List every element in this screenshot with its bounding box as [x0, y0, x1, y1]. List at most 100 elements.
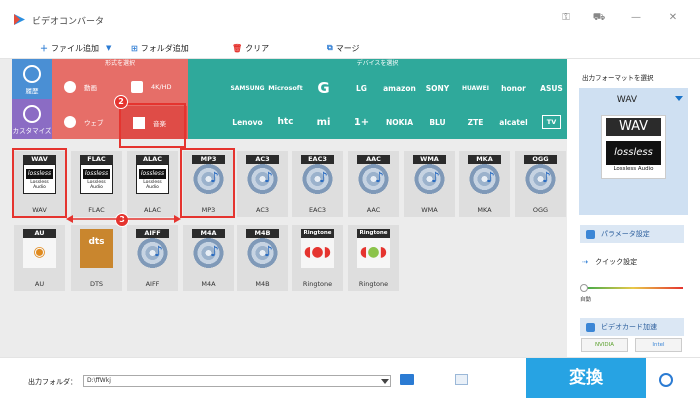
- format-tile-ac3[interactable]: AC3 ♪ AC3: [237, 151, 288, 217]
- format-tile-aiff[interactable]: AIFF ♪ AIFF: [127, 225, 178, 291]
- history-tab[interactable]: 履歴: [12, 59, 52, 99]
- google-brand[interactable]: G: [307, 73, 340, 103]
- device-category: デバイスを選択 SAMSUNG Microsoft G LG amazon SO…: [188, 59, 567, 139]
- add-file-button[interactable]: ＋ ファイル追加 ▼: [40, 41, 111, 55]
- history-label: 履歴: [25, 87, 39, 95]
- parameter-settings-button[interactable]: パラメータ設定: [580, 225, 684, 243]
- app-logo-icon: [14, 14, 25, 25]
- format-tile-flac[interactable]: FLAC lossless Lossless Audio FLAC: [71, 151, 122, 217]
- sony-brand[interactable]: SONY: [421, 73, 454, 103]
- bottom-bar: 出力フォルダ： D:\ffWkj 変換: [0, 357, 700, 407]
- music-disc-icon: ♪: [413, 164, 446, 194]
- dts-icon: dts: [80, 229, 113, 268]
- web-label: ウェブ: [84, 118, 104, 127]
- clear-label: クリア: [245, 43, 270, 53]
- format-tile-dts[interactable]: dts DTS: [71, 225, 122, 291]
- output-format-title: 出力フォーマットを選択: [582, 74, 654, 82]
- format-tile-ringtone-android[interactable]: Ringtone ◖●◗ Ringtone: [348, 225, 399, 291]
- key-icon[interactable]: ⚿: [558, 12, 574, 23]
- arrow-right-icon: ⇢: [582, 258, 588, 266]
- main-panel: 履歴 カスタマイズ 形式を選択 動画 4K/HD ウェブ 音楽 デバイスを選択 …: [0, 59, 567, 357]
- close-button[interactable]: ✕: [665, 12, 681, 23]
- htc-brand[interactable]: htc: [269, 107, 302, 137]
- merge-button[interactable]: ⧉ マージ: [327, 41, 360, 55]
- sliders-icon: [586, 229, 595, 239]
- chrome-icon: [64, 115, 76, 128]
- app-title: ビデオコンバータ: [32, 17, 105, 27]
- quality-slider[interactable]: [583, 287, 683, 289]
- format-tile-alac[interactable]: ALAC lossless Lossless Audio ALAC: [127, 151, 178, 217]
- format-tile-au[interactable]: AU ◉ AU: [14, 225, 65, 291]
- output-folder-field[interactable]: D:\ffWkj: [83, 375, 391, 387]
- add-file-label: ファイル追加: [51, 43, 99, 53]
- dropdown-arrow-icon[interactable]: ▼: [106, 44, 111, 52]
- tv-brand[interactable]: TV: [535, 107, 568, 137]
- minimize-button[interactable]: —: [628, 12, 644, 23]
- 4k-hd-tab[interactable]: 4K/HD: [119, 70, 185, 103]
- microsoft-brand[interactable]: Microsoft: [268, 73, 303, 103]
- format-tile-m4b[interactable]: M4B ♪ M4B: [237, 225, 288, 291]
- gpu-icon: [586, 322, 595, 332]
- music-disc-icon: ♪: [524, 164, 557, 194]
- music-disc-icon: ♪: [357, 164, 390, 194]
- convert-button[interactable]: 変換: [526, 358, 646, 398]
- slider-label: 自動: [580, 297, 592, 303]
- chevron-down-icon[interactable]: [381, 377, 389, 385]
- format-header: 形式を選択: [104, 60, 135, 67]
- video-label: 動画: [84, 83, 97, 92]
- web-tab[interactable]: ウェブ: [52, 105, 118, 138]
- huawei-brand[interactable]: HUAWEI: [459, 73, 492, 103]
- cart-icon[interactable]: ⛟: [591, 12, 607, 25]
- music-disc-icon: ♪: [136, 238, 169, 268]
- video-tab[interactable]: 動画: [52, 70, 118, 103]
- toolbar: ＋ ファイル追加 ▼ ⊞ フォルダ追加 🗑 クリア ⧉ マージ: [0, 37, 700, 59]
- open-folder-icon[interactable]: [400, 374, 414, 385]
- highlight-wav: [12, 148, 67, 218]
- android-ringtone-icon: ◖●◗: [357, 238, 390, 268]
- alarm-clock-icon[interactable]: [659, 373, 673, 387]
- lenovo-brand[interactable]: Lenovo: [231, 107, 264, 137]
- plus-icon: ＋: [40, 43, 48, 53]
- amazon-brand[interactable]: amazon: [383, 73, 416, 103]
- format-tile-eac3[interactable]: EAC3 ♪ EAC3: [292, 151, 343, 217]
- category-strip: 履歴 カスタマイズ 形式を選択 動画 4K/HD ウェブ 音楽 デバイスを選択 …: [12, 59, 567, 139]
- slider-knob[interactable]: [580, 284, 588, 292]
- add-folder-button[interactable]: ⊞ フォルダ追加: [131, 41, 189, 55]
- format-tile-ringtone-apple[interactable]: Ringtone ◖●◗ Ringtone: [292, 225, 343, 291]
- oneplus-brand[interactable]: 1+: [345, 107, 378, 137]
- callout-2: 2: [114, 95, 128, 109]
- apple-brand[interactable]: [193, 73, 226, 103]
- clear-button[interactable]: 🗑 クリア: [232, 41, 269, 55]
- music-disc-icon: ♪: [468, 164, 501, 194]
- format-tile-aac[interactable]: AAC ♪ AAC: [348, 151, 399, 217]
- nokia-brand[interactable]: NOKIA: [383, 107, 416, 137]
- format-tile-wma[interactable]: WMA ♪ WMA: [404, 151, 455, 217]
- motorola-brand[interactable]: [193, 107, 226, 137]
- merge-label: マージ: [335, 43, 360, 53]
- format-tile-m4a[interactable]: M4A ♪ M4A: [183, 225, 234, 291]
- folder-plus-icon: ⊞: [131, 43, 138, 53]
- alcatel-brand[interactable]: alcatel: [497, 107, 530, 137]
- format-tile-mka[interactable]: MKA ♪ MKA: [459, 151, 510, 217]
- customize-tab[interactable]: カスタマイズ: [12, 99, 52, 139]
- output-folder-label: 出力フォルダ：: [28, 378, 77, 386]
- music-disc-icon: ♪: [246, 164, 279, 194]
- asus-brand[interactable]: ASUS: [535, 73, 568, 103]
- samsung-brand[interactable]: SAMSUNG: [230, 73, 264, 103]
- blu-brand[interactable]: BLU: [421, 107, 454, 137]
- gpu-acceleration-button[interactable]: ビデオカード加速: [580, 318, 684, 336]
- format-preview-card: WAV lossless Lossless Audio: [601, 115, 666, 179]
- output-format-selector[interactable]: WAV WAV lossless Lossless Audio: [579, 88, 688, 215]
- title-bar: ビデオコンバータ ⚿ ⛟ — ✕: [0, 0, 700, 37]
- xiaomi-brand[interactable]: mi: [307, 107, 340, 137]
- 4k-icon: [131, 80, 143, 93]
- honor-brand[interactable]: honor: [497, 73, 530, 103]
- chevron-down-icon[interactable]: [675, 96, 683, 101]
- format-tile-ogg[interactable]: OGG ♪ OGG: [515, 151, 566, 217]
- lg-brand[interactable]: LG: [345, 73, 378, 103]
- add-folder-label: フォルダ追加: [140, 43, 189, 53]
- intel-chip: Intel: [635, 338, 682, 352]
- open-output-icon[interactable]: [455, 374, 468, 385]
- customize-icon: [23, 105, 41, 123]
- zte-brand[interactable]: ZTE: [459, 107, 492, 137]
